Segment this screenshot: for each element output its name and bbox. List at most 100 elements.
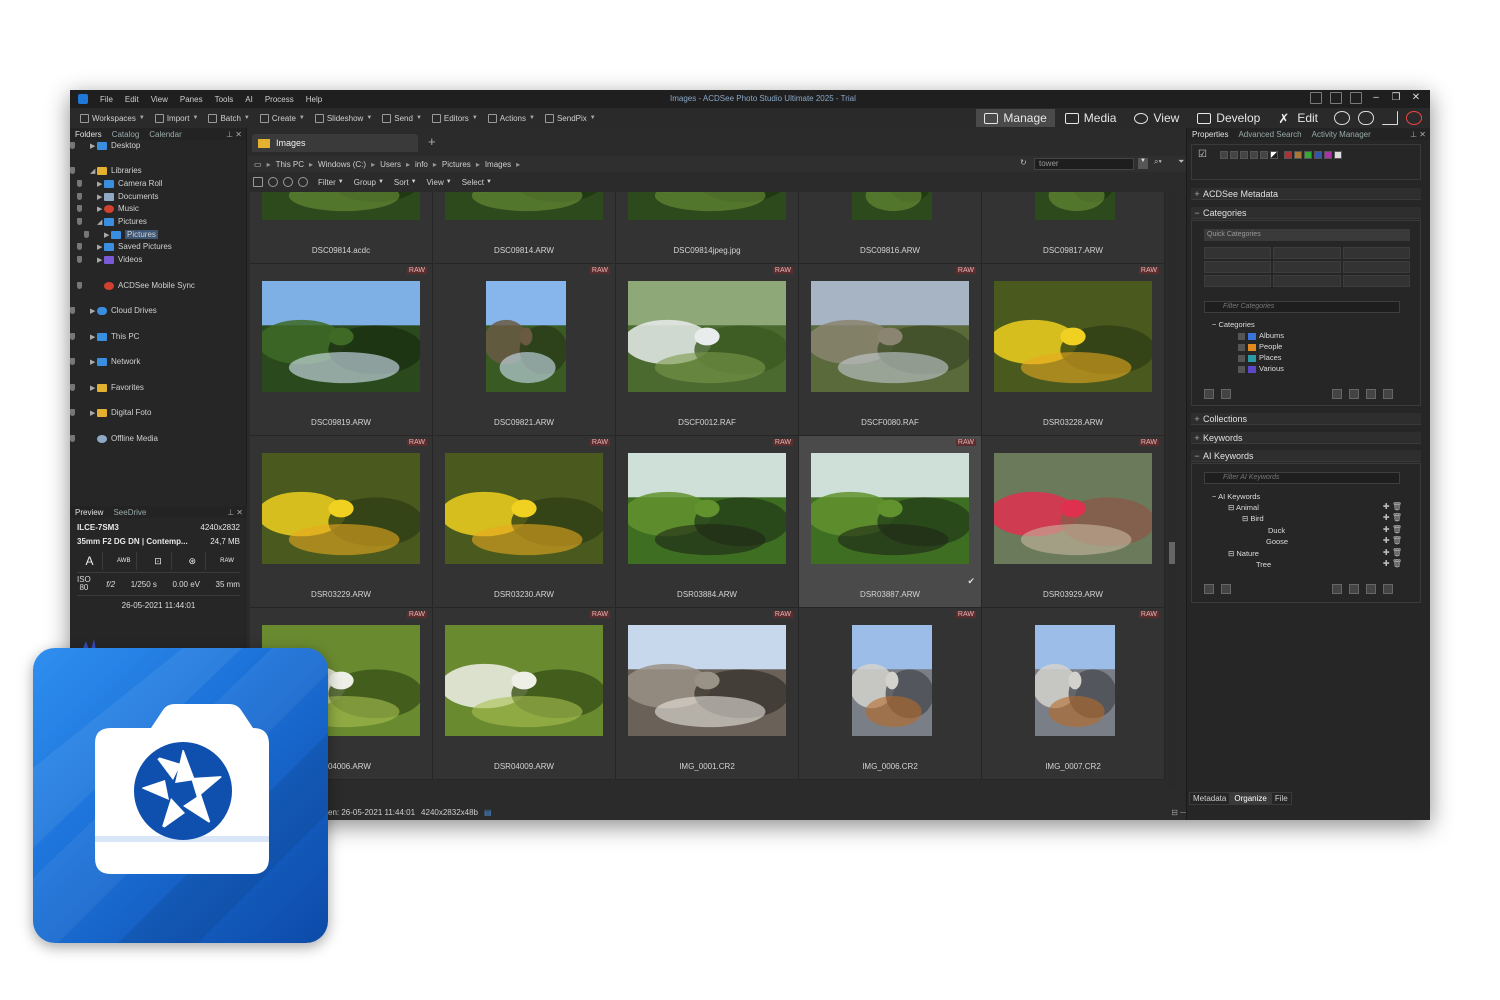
- vertical-scrollbar[interactable]: [1168, 192, 1176, 788]
- actions-button[interactable]: Actions ▼: [487, 113, 535, 123]
- ai-animal[interactable]: ⊟ Animal: [1228, 503, 1259, 512]
- thumbnail-image[interactable]: [628, 281, 786, 392]
- tree-camera-roll[interactable]: ▶ Camera Roll: [77, 178, 162, 189]
- label-blue[interactable]: [1314, 151, 1322, 159]
- menu-process[interactable]: Process: [265, 95, 294, 104]
- search-dropdown-icon[interactable]: ▼: [1138, 158, 1148, 169]
- send-button[interactable]: Send ▼: [382, 113, 422, 123]
- tab-metadata[interactable]: Metadata: [1189, 792, 1231, 805]
- thumbnail-image[interactable]: [1035, 192, 1115, 220]
- thumbnail-cell[interactable]: RAW DSC09821.ARW: [433, 264, 616, 436]
- thumbnail-cell[interactable]: RAW DSR03884.ARW: [616, 436, 799, 608]
- clear-rating-icon[interactable]: [1270, 151, 1278, 159]
- cat-various[interactable]: Various: [1238, 364, 1284, 373]
- tree-this-pc[interactable]: ▶ This PC: [70, 331, 139, 342]
- ai-animal-actions[interactable]: ✚ 🗑: [1383, 502, 1402, 511]
- thumbnail-image[interactable]: [994, 281, 1152, 392]
- minimize-icon[interactable]: –: [1370, 92, 1382, 104]
- create-button[interactable]: Create ▼: [259, 113, 305, 123]
- back-icon[interactable]: [268, 177, 278, 187]
- ai-bird-actions[interactable]: ✚ 🗑: [1383, 513, 1402, 522]
- ai-tree-root[interactable]: − AI Keywords: [1212, 492, 1260, 501]
- sendpix-button[interactable]: SendPix ▼: [544, 113, 596, 123]
- thumbnail-image[interactable]: [628, 192, 786, 220]
- menu-view[interactable]: View: [151, 95, 168, 104]
- layout-right-icon[interactable]: [1350, 92, 1362, 104]
- section-ai-keywords[interactable]: − AI Keywords: [1191, 450, 1421, 462]
- thumbnail-cell[interactable]: RAW IMG_0001.CR2: [616, 608, 799, 780]
- tree-pictures[interactable]: ◢ Pictures: [77, 216, 147, 227]
- tree-favorites[interactable]: ▶ Favorites: [70, 382, 144, 393]
- thumbnail-image[interactable]: [445, 453, 603, 564]
- rating-5[interactable]: [1260, 151, 1268, 159]
- tree-libraries[interactable]: ◢ Libraries: [70, 165, 142, 176]
- thumbnail-cell[interactable]: RAW DSCF0080.RAF: [799, 264, 982, 436]
- tree-network[interactable]: ▶ Network: [70, 356, 140, 367]
- ai-duck[interactable]: Duck: [1268, 526, 1285, 535]
- quick-category-slot[interactable]: [1342, 261, 1410, 273]
- ai-tree-actions[interactable]: ✚ 🗑: [1383, 559, 1402, 568]
- new-tab-button[interactable]: +: [428, 134, 436, 149]
- ai-add-icon[interactable]: [1349, 584, 1359, 594]
- layout-left-icon[interactable]: [1310, 92, 1322, 104]
- tree-videos[interactable]: ▶ Videos: [77, 254, 142, 265]
- slideshow-button[interactable]: Slideshow ▼: [314, 113, 372, 123]
- tree-digital-foto[interactable]: ▶ Digital Foto: [70, 407, 151, 418]
- crumb-pictures[interactable]: Pictures: [442, 160, 471, 169]
- rating-3[interactable]: [1240, 151, 1248, 159]
- quick-category-slot[interactable]: [1342, 247, 1410, 259]
- thumbnail-image[interactable]: [811, 281, 969, 392]
- crumb-users[interactable]: Users: [380, 160, 401, 169]
- quick-category-slot[interactable]: [1204, 275, 1272, 287]
- new-category-icon[interactable]: [1332, 389, 1342, 399]
- cat-people[interactable]: People: [1238, 342, 1282, 351]
- thumbnail-cell[interactable]: DSC09817.ARW: [982, 192, 1165, 264]
- thumbnail-cell[interactable]: DSC09814.ARW: [433, 192, 616, 264]
- close-icon[interactable]: ✕: [1410, 92, 1422, 104]
- properties-pin-icon[interactable]: ⊥ ✕: [1410, 130, 1426, 139]
- tree-desktop[interactable]: ▶ Desktop: [70, 140, 140, 151]
- ai-nature[interactable]: ⊟ Nature: [1228, 549, 1259, 558]
- select-menu[interactable]: Select: [462, 178, 484, 187]
- tab-seedrive[interactable]: SeeDrive: [108, 508, 151, 517]
- thumbnail-cell[interactable]: RAW IMG_0006.CR2: [799, 608, 982, 780]
- ai-person-icon[interactable]: [1221, 584, 1231, 594]
- cat-places[interactable]: Places: [1238, 353, 1282, 362]
- maximize-icon[interactable]: ❐: [1390, 92, 1402, 104]
- search-icon[interactable]: ⌕▾: [1154, 157, 1162, 167]
- quick-category-slot[interactable]: [1273, 275, 1341, 287]
- rating-2[interactable]: [1230, 151, 1238, 159]
- label-red[interactable]: [1284, 151, 1292, 159]
- layout-bottom-icon[interactable]: [1330, 92, 1342, 104]
- thumbnail-image[interactable]: [852, 192, 932, 220]
- ai-auto-icon[interactable]: [1204, 584, 1214, 594]
- thumbnail-cell[interactable]: RAW DSCF0012.RAF: [616, 264, 799, 436]
- thumbnail-cell[interactable]: RAW DSR03929.ARW: [982, 436, 1165, 608]
- menu-ai[interactable]: AI: [245, 95, 253, 104]
- up-icon[interactable]: [298, 177, 308, 187]
- quick-category-slot[interactable]: [1204, 247, 1272, 259]
- view-menu[interactable]: View: [427, 178, 444, 187]
- cloud-sync-icon[interactable]: [1358, 111, 1374, 125]
- thumbnail-cell[interactable]: RAW DSC09819.ARW: [250, 264, 433, 436]
- thumbnail-cell[interactable]: DSC09814jpeg.jpg: [616, 192, 799, 264]
- batch-button[interactable]: Batch ▼: [208, 113, 250, 123]
- thumbnail-image[interactable]: [262, 281, 420, 392]
- cat-tree-root[interactable]: − Categories: [1212, 320, 1255, 329]
- mode-manage[interactable]: Manage: [976, 109, 1055, 127]
- mode-edit[interactable]: ✗ Edit: [1270, 109, 1326, 127]
- thumbnail-cell[interactable]: DSC09814.acdc: [250, 192, 433, 264]
- filter-ai-keywords-input[interactable]: Filter AI Keywords: [1204, 472, 1400, 484]
- tagged-check-icon[interactable]: ✔: [967, 576, 975, 587]
- thumbnail-image[interactable]: [486, 281, 566, 392]
- workspaces-button[interactable]: Workspaces ▼: [80, 113, 145, 123]
- crumb-info[interactable]: info: [415, 160, 428, 169]
- menu-help[interactable]: Help: [306, 95, 322, 104]
- thumbnail-cell[interactable]: RAW ✔ DSR03887.ARW: [799, 436, 982, 608]
- filter-categories-input[interactable]: Filter Categories: [1204, 301, 1400, 313]
- mode-develop[interactable]: Develop: [1189, 109, 1268, 127]
- label-purple[interactable]: [1324, 151, 1332, 159]
- refresh-icon[interactable]: ↻: [1020, 158, 1027, 167]
- group-menu[interactable]: Group: [354, 178, 376, 187]
- tree-music[interactable]: ▶ Music: [77, 203, 139, 214]
